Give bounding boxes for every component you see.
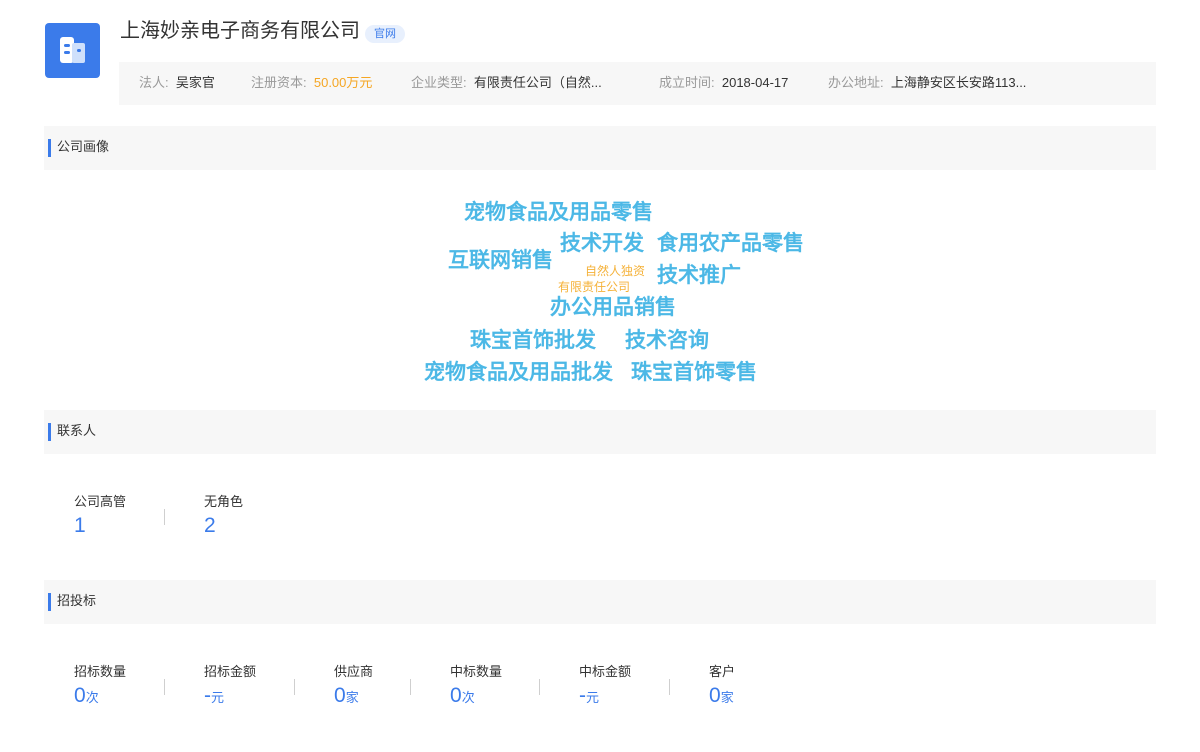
stat-label: 招标数量 bbox=[74, 664, 127, 679]
stat-win-count[interactable]: 中标数量 0次 bbox=[450, 664, 502, 710]
stat-label: 中标金额 bbox=[579, 664, 632, 679]
section-accent bbox=[48, 139, 51, 157]
stat-divider bbox=[164, 509, 165, 525]
cloud-word[interactable]: 食用农产品零售 bbox=[657, 232, 804, 256]
stat-customers[interactable]: 客户 0家 bbox=[709, 664, 735, 710]
stat-number: 0 bbox=[334, 684, 346, 707]
stat-value: 2 bbox=[204, 514, 216, 537]
stat-label: 招标金额 bbox=[204, 664, 257, 679]
cloud-word[interactable]: 技术咨询 bbox=[625, 329, 709, 353]
stat-divider bbox=[164, 679, 165, 695]
cloud-word[interactable]: 互联网销售 bbox=[448, 249, 553, 273]
stat-unit: 家 bbox=[345, 690, 359, 705]
stat-number: - bbox=[579, 684, 586, 707]
stat-tender-amount[interactable]: 招标金额 -元 bbox=[204, 664, 256, 710]
stat-divider bbox=[294, 679, 295, 695]
stat-win-amount[interactable]: 中标金额 -元 bbox=[579, 664, 631, 710]
stat-unit: 次 bbox=[461, 690, 475, 705]
cloud-word[interactable]: 技术推广 bbox=[657, 264, 741, 288]
legal-rep-label: 法人: bbox=[139, 75, 169, 90]
stat-executives[interactable]: 公司高管 1 bbox=[74, 494, 126, 538]
capital-info: 注册资本: 50.00万元 bbox=[251, 74, 372, 92]
stat-label: 客户 bbox=[709, 664, 736, 679]
profile-section-title: 公司画像 bbox=[57, 139, 110, 154]
cloud-word[interactable]: 技术开发 bbox=[560, 232, 644, 256]
cloud-word[interactable]: 珠宝首饰批发 bbox=[470, 329, 596, 353]
section-accent bbox=[48, 423, 51, 441]
founded-label: 成立时间: bbox=[659, 75, 715, 90]
cloud-word[interactable]: 珠宝首饰零售 bbox=[631, 361, 757, 385]
stat-value: 1 bbox=[74, 514, 86, 537]
company-name: 上海妙亲电子商务有限公司 bbox=[120, 20, 360, 42]
address-info: 办公地址: 上海静安区长安路113... bbox=[828, 74, 1026, 92]
founded-value: 2018-04-17 bbox=[721, 75, 789, 90]
company-logo bbox=[45, 23, 100, 78]
stat-label: 公司高管 bbox=[74, 494, 127, 509]
stat-divider bbox=[669, 679, 670, 695]
address-value: 上海静安区长安路113... bbox=[890, 75, 1027, 90]
company-type-value: 有限责任公司（自然... bbox=[473, 75, 602, 90]
stat-value: 0次 bbox=[450, 684, 502, 710]
stat-unit: 次 bbox=[85, 690, 99, 705]
stat-value: 0家 bbox=[709, 684, 735, 710]
stat-number: - bbox=[204, 684, 211, 707]
founded-info: 成立时间: 2018-04-17 bbox=[659, 74, 788, 92]
official-site-tag[interactable]: 官网 bbox=[365, 25, 405, 43]
stat-suppliers[interactable]: 供应商 0家 bbox=[334, 664, 373, 710]
stat-number: 0 bbox=[450, 684, 462, 707]
contacts-section-title: 联系人 bbox=[57, 423, 97, 438]
cloud-word[interactable]: 有限责任公司 bbox=[558, 280, 630, 294]
stat-no-role[interactable]: 无角色 2 bbox=[204, 494, 243, 538]
stat-unit: 元 bbox=[586, 690, 600, 705]
section-accent bbox=[48, 593, 51, 611]
cloud-word[interactable]: 办公用品销售 bbox=[550, 296, 676, 320]
stat-label: 中标数量 bbox=[450, 664, 503, 679]
word-cloud: 宠物食品及用品零售 技术开发 食用农产品零售 互联网销售 自然人独资 有限责任公… bbox=[0, 0, 1200, 752]
stat-value: -元 bbox=[204, 684, 256, 710]
stat-tender-count[interactable]: 招标数量 0次 bbox=[74, 664, 126, 710]
bidding-section-title: 招投标 bbox=[57, 593, 97, 608]
company-type-info: 企业类型: 有限责任公司（自然... bbox=[411, 74, 602, 92]
stat-number: 0 bbox=[74, 684, 86, 707]
profile-section-header: 公司画像 bbox=[44, 126, 1156, 170]
contacts-section-header: 联系人 bbox=[44, 410, 1156, 454]
stat-divider bbox=[539, 679, 540, 695]
stat-number: 0 bbox=[709, 684, 721, 707]
legal-rep-info: 法人: 吴家官 bbox=[139, 74, 215, 92]
cloud-word[interactable]: 宠物食品及用品批发 bbox=[424, 361, 613, 385]
stat-label: 供应商 bbox=[334, 664, 374, 679]
building-icon bbox=[60, 37, 85, 63]
stat-unit: 家 bbox=[720, 690, 734, 705]
company-type-label: 企业类型: bbox=[411, 75, 467, 90]
stat-value: 0家 bbox=[334, 684, 373, 710]
cloud-word[interactable]: 宠物食品及用品零售 bbox=[464, 201, 653, 225]
capital-value: 50.00万元 bbox=[313, 75, 373, 90]
legal-rep-value[interactable]: 吴家官 bbox=[176, 75, 215, 90]
capital-label: 注册资本: bbox=[251, 75, 307, 90]
company-info-bar: 法人: 吴家官 注册资本: 50.00万元 企业类型: 有限责任公司（自然...… bbox=[119, 62, 1156, 105]
stat-label: 无角色 bbox=[204, 494, 244, 509]
stat-unit: 元 bbox=[211, 690, 225, 705]
stat-value: -元 bbox=[579, 684, 631, 710]
stat-value: 0次 bbox=[74, 684, 126, 710]
address-label: 办公地址: bbox=[828, 75, 884, 90]
stat-divider bbox=[410, 679, 411, 695]
cloud-word[interactable]: 自然人独资 bbox=[585, 264, 645, 278]
bidding-section-header: 招投标 bbox=[44, 580, 1156, 624]
